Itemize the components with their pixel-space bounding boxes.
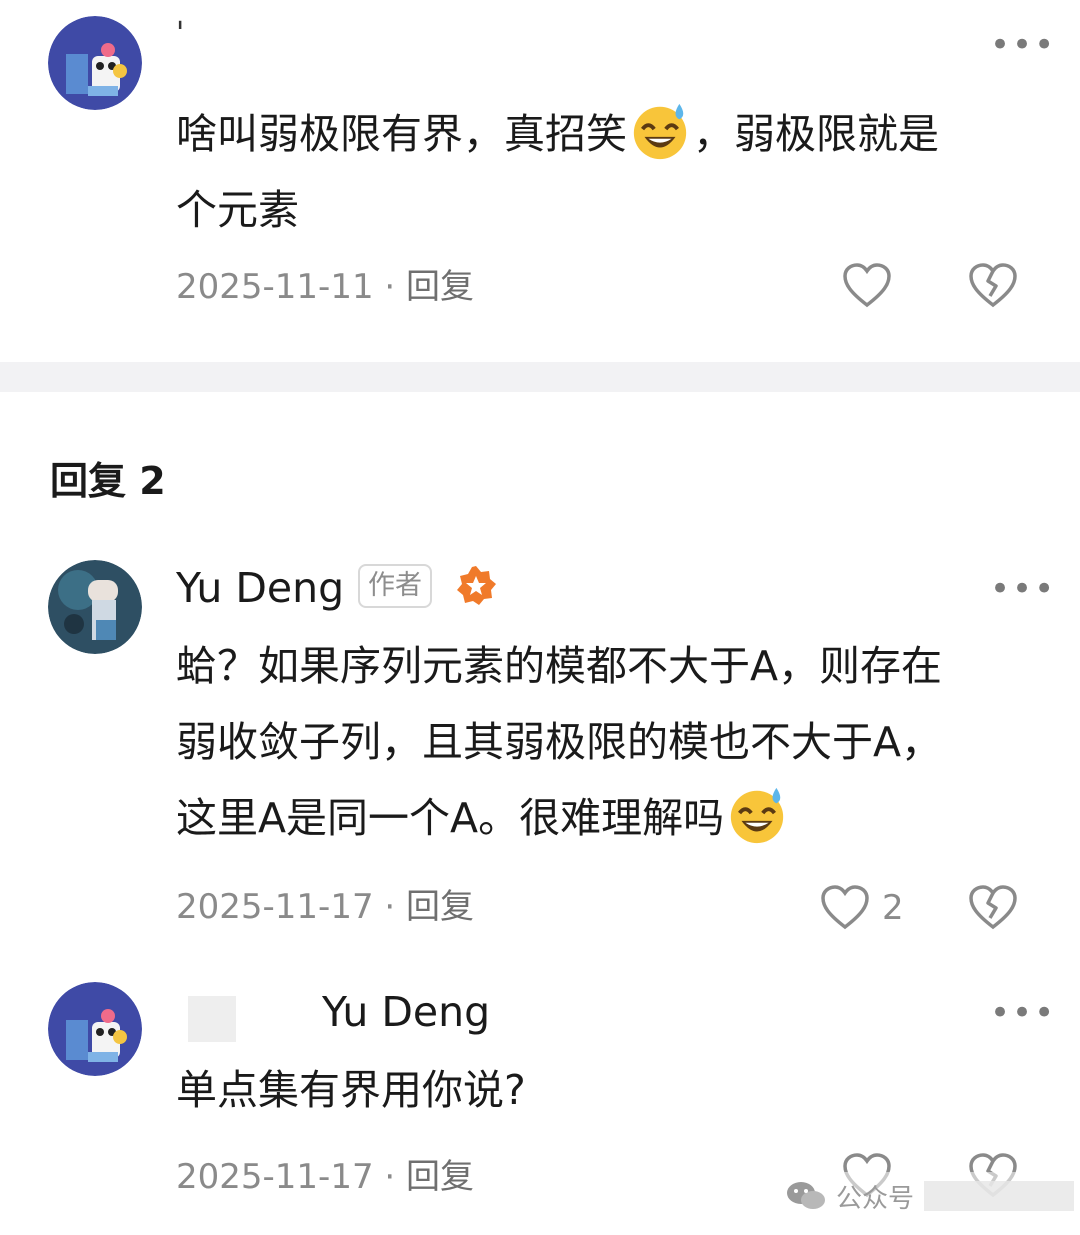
comment-date: 2025-11-11 <box>176 267 374 307</box>
reply-username[interactable]: Yu Deng <box>176 564 344 612</box>
dislike-broken-heart-icon[interactable] <box>968 884 1018 930</box>
comment-username: ' <box>176 16 185 51</box>
sweat-smile-emoji-icon <box>730 787 784 844</box>
avatar[interactable] <box>48 560 142 654</box>
reply-text: 蛤？如果序列元素的模都不大于A，则存在 弱收敛子列，且其弱极限的模也不大于A， … <box>176 628 1056 856</box>
reply-to-username[interactable]: Yu Deng <box>322 988 490 1036</box>
meta-separator: · <box>384 267 396 307</box>
more-options-icon[interactable]: ••• <box>990 28 1056 62</box>
like-heart-icon[interactable] <box>820 884 870 930</box>
like-count: 2 <box>882 888 904 928</box>
reply-date: 2025-11-17 <box>176 887 374 927</box>
dislike-broken-heart-icon[interactable] <box>968 262 1018 308</box>
replies-section-title: 回复 2 <box>50 459 166 503</box>
meta-separator: · <box>384 1157 396 1197</box>
comment-text-part: 啥叫弱极限有界，真招笑 <box>176 110 627 158</box>
author-tag: 作者 <box>358 564 432 608</box>
watermark: 公众号 <box>786 1172 1076 1220</box>
like-heart-icon[interactable] <box>842 262 892 308</box>
more-options-icon[interactable]: ••• <box>990 996 1056 1030</box>
reply-text-line: 蛤？如果序列元素的模都不大于A，则存在 <box>176 642 943 690</box>
watermark-text: 公众号 <box>836 1183 915 1214</box>
comment-text-line: 个元素 <box>176 186 299 234</box>
section-divider <box>0 362 1080 392</box>
reply-text-part: 这里A是同一个A。很难理解吗 <box>176 794 725 842</box>
reply-button[interactable]: 回复 <box>406 1157 474 1197</box>
verified-badge-icon <box>454 564 498 608</box>
wechat-icon <box>787 1182 825 1209</box>
comment-text-part: ，弱极限就是 <box>693 110 939 158</box>
reply-button[interactable]: 回复 <box>406 267 474 307</box>
reply-date: 2025-11-17 <box>176 1157 374 1197</box>
sweat-smile-emoji-icon <box>633 103 687 160</box>
reply-text: 单点集有界用你说? <box>176 1066 526 1114</box>
comment-text: 啥叫弱极限有界，真招笑 ，弱极限就是 个元素 <box>176 96 1036 248</box>
comment-meta: 2025-11-11 · 回复 <box>176 270 474 304</box>
redacted-username <box>188 996 236 1042</box>
avatar[interactable] <box>48 16 142 110</box>
reply-to-arrow-icon <box>272 1010 292 1030</box>
meta-separator: · <box>384 887 396 927</box>
reply-button[interactable]: 回复 <box>406 887 474 927</box>
reply-meta: 2025-11-17 · 回复 <box>176 890 474 924</box>
more-options-icon[interactable]: ••• <box>990 572 1056 606</box>
reply-meta: 2025-11-17 · 回复 <box>176 1160 474 1194</box>
reply-text-line: 弱收敛子列，且其弱极限的模也不大于A， <box>176 718 943 766</box>
avatar[interactable] <box>48 982 142 1076</box>
